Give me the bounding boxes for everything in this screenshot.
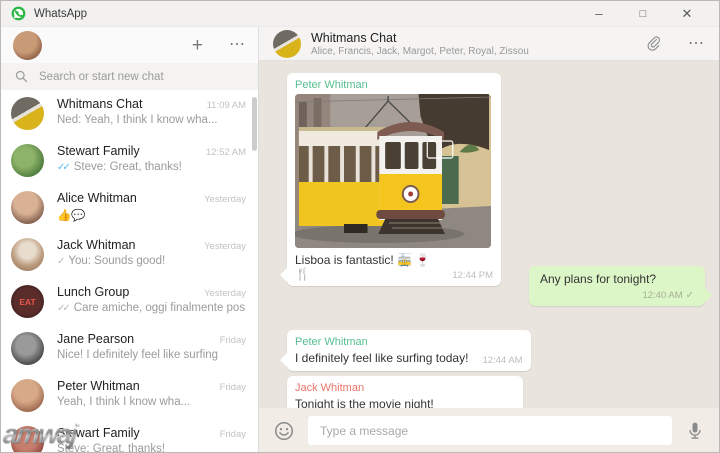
search-icon — [15, 70, 28, 83]
search-placeholder: Search or start new chat — [39, 70, 164, 83]
chat-preview: Steve: Great, thanks! — [57, 443, 166, 453]
message-text: Tonight is the movie night! How about th… — [295, 397, 434, 408]
tram-photo[interactable] — [295, 94, 491, 248]
chat-time: Yesterday — [204, 194, 246, 205]
avatar-text: EAT — [19, 296, 36, 307]
message-time: 12:44 AM — [482, 355, 523, 366]
double-check-icon: ✓✓ — [57, 303, 71, 314]
whatsapp-window: WhatsApp – □ ✕ + ⋯ Search or start new c… — [0, 0, 720, 453]
chat-list-item-peter-whitman[interactable]: Peter Whitman Friday Yeah, I think I kno… — [1, 372, 258, 419]
chat-menu-button[interactable]: ⋯ — [688, 35, 705, 52]
search-bar[interactable]: Search or start new chat — [1, 63, 258, 90]
sidebar: + ⋯ Search or start new chat Whitmans Ch… — [1, 27, 259, 453]
chat-time: 11:09 AM — [206, 100, 246, 111]
chat-preview: Ned: Yeah, I think I know wha... — [57, 114, 218, 126]
chat-time: Friday — [219, 382, 246, 393]
profile-avatar[interactable] — [13, 30, 42, 60]
app-title: WhatsApp — [34, 7, 88, 20]
chat-name: Whitmans Chat — [57, 97, 143, 111]
check-icon: ✓ — [685, 290, 694, 301]
chat-avatar — [11, 191, 44, 224]
chat-list-item-whitmans-chat[interactable]: Whitmans Chat 11:09 AM Ned: Yeah, I thin… — [1, 90, 258, 137]
chat-name: Jack Whitman — [57, 238, 136, 252]
chat-name: Alice Whitman — [57, 191, 137, 205]
message-list: Peter Whitman Lisboa is fantastic! 🚋 🍷 🍴… — [259, 61, 719, 408]
chat-preview: ✓✓ Steve: Great, thanks! — [57, 161, 182, 173]
chat-avatar — [11, 238, 44, 271]
sidebar-menu-button[interactable]: ⋯ — [229, 37, 246, 53]
chat-list-item-stewart-family[interactable]: Stewart Family 12:52 AM ✓✓ Steve: Great, … — [1, 137, 258, 184]
chat-preview: 👍💬 — [57, 210, 86, 222]
chat-avatar — [11, 379, 44, 412]
chat-avatar — [11, 332, 44, 365]
chat-name: Jane Pearson — [57, 332, 135, 346]
whatsapp-logo-icon — [11, 6, 26, 21]
message-sender: Peter Whitman — [295, 79, 368, 91]
chat-avatar: EAT — [11, 285, 44, 318]
attach-icon[interactable] — [645, 35, 662, 52]
chat-list: Whitmans Chat 11:09 AM Ned: Yeah, I thin… — [1, 90, 258, 453]
message-time-row: 12:40 AM ✓ — [642, 290, 694, 301]
message-outgoing[interactable]: Any plans for tonight? 12:40 AM ✓ — [529, 266, 712, 306]
message-text: Any plans for tonight? — [540, 272, 657, 286]
message-sender: Peter Whitman — [295, 336, 368, 348]
chat-list-item-jack-whitman[interactable]: Jack Whitman Yesterday ✓ You: Sounds good… — [1, 231, 258, 278]
chat-preview: Yeah, I think I know wha... — [57, 396, 191, 408]
chat-preview: ✓ You: Sounds good! — [57, 255, 166, 267]
chat-header: Whitmans Chat Alice, Francis, Jack, Marg… — [259, 27, 719, 61]
emoji-icon[interactable] — [273, 420, 295, 442]
message-text: I definitely feel like surfing today! — [295, 351, 469, 365]
message-incoming-photo[interactable]: Peter Whitman Lisboa is fantastic! 🚋 🍷 🍴… — [280, 73, 501, 286]
chat-title: Whitmans Chat — [311, 30, 397, 45]
chat-time: Yesterday — [204, 241, 246, 252]
message-incoming[interactable]: Peter Whitman I definitely feel like sur… — [280, 330, 531, 371]
chat-name: Lunch Group — [57, 285, 130, 299]
chat-time: 12:52 AM — [205, 147, 246, 158]
sidebar-header: + ⋯ — [1, 27, 258, 63]
chat-preview: ✓✓ Care amiche, oggi finalmente posso — [57, 302, 246, 314]
double-check-icon: ✓✓ — [57, 162, 71, 173]
message-incoming[interactable]: Jack Whitman Tonight is the movie night!… — [287, 376, 523, 408]
chat-participants: Alice, Francis, Jack, Margot, Peter, Roy… — [311, 45, 529, 57]
chat-avatar — [11, 426, 44, 452]
chat-name: Stewart Family — [57, 144, 140, 158]
chat-list-item-jane-pearson[interactable]: Jane Pearson Friday Nice! I definitely f… — [1, 325, 258, 372]
window-controls: – □ ✕ — [577, 1, 709, 27]
message-sender: Jack Whitman — [295, 382, 365, 394]
maximize-button[interactable]: □ — [621, 1, 665, 27]
chat-avatar — [11, 144, 44, 177]
message-time: 12:44 PM — [452, 270, 493, 281]
chat-time: Friday — [219, 335, 246, 346]
chat-name: Peter Whitman — [57, 379, 140, 393]
chat-time: Yesterday — [204, 288, 246, 299]
message-input[interactable] — [308, 416, 672, 445]
message-caption: Lisboa is fantastic! 🚋 🍷 🍴 — [295, 253, 431, 281]
chat-preview: Nice! I definitely feel like surfing — [57, 349, 219, 361]
chat-list-item-stewart-family-2[interactable]: Stewart Family Friday Steve: Great, than… — [1, 419, 258, 453]
microphone-icon[interactable] — [685, 420, 705, 442]
chat-name: Stewart Family — [57, 426, 140, 440]
title-bar: WhatsApp – □ ✕ — [1, 1, 719, 27]
chat-avatar — [11, 97, 44, 130]
new-chat-button[interactable]: + — [188, 36, 207, 55]
check-icon: ✓ — [57, 256, 66, 267]
chat-time: Friday — [219, 429, 246, 440]
close-button[interactable]: ✕ — [665, 1, 709, 27]
message-input-bar — [259, 408, 719, 452]
sidebar-scrollbar[interactable] — [252, 97, 257, 151]
chat-header-avatar[interactable] — [273, 29, 301, 58]
chat-list-item-alice-whitman[interactable]: Alice Whitman Yesterday 👍💬 — [1, 184, 258, 231]
chat-list-item-lunch-group[interactable]: EAT Lunch Group Yesterday ✓✓ Care amiche,… — [1, 278, 258, 325]
chat-panel: Whitmans Chat Alice, Francis, Jack, Marg… — [259, 27, 719, 452]
minimize-button[interactable]: – — [577, 1, 621, 27]
